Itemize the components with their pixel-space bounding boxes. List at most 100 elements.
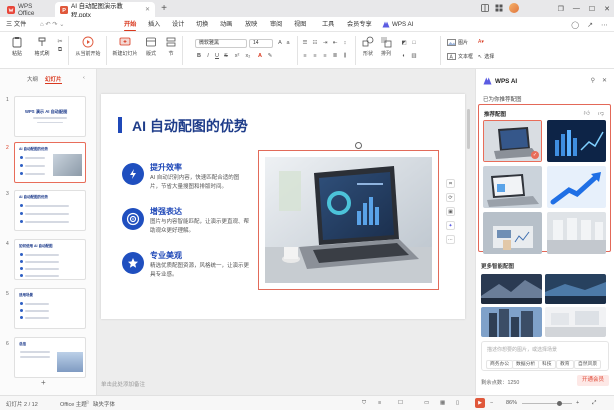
recommended-image[interactable] [547,120,606,162]
outdent-icon[interactable]: ⇤ [331,40,339,47]
tab-outline[interactable]: 大纲 [27,75,38,83]
close-tab-icon[interactable]: ✕ [145,6,150,13]
zoom-level[interactable]: 86% [506,400,517,406]
section-button[interactable]: 节 [164,36,178,57]
fill-icon[interactable]: ◩ [400,40,408,47]
pin-icon[interactable]: ⚲ [591,77,595,84]
feature-title[interactable]: 提升效率 [150,162,182,173]
recommended-image[interactable] [483,212,542,254]
line-spacing-icon[interactable]: ↕ [341,40,349,47]
layout-icon[interactable] [481,4,489,12]
sorter-view-icon[interactable]: ▦ [440,400,445,406]
ai-prompt-box[interactable]: 描述你想要的图片，或选择场景 商务办公 数据分析 科技 教育 自然风景 [481,341,609,371]
superscript-icon[interactable]: x² [233,53,241,60]
cut-copy-group[interactable]: ✂ ⧉ [55,38,65,54]
chip-education[interactable]: 教育 [556,360,574,369]
tab-wps-office[interactable]: WPS Office [2,2,52,17]
menu-transitions[interactable]: 切换 [196,17,208,32]
close-icon[interactable]: ✕ [604,5,610,13]
columns-icon[interactable]: ⫼ [341,53,349,60]
increase-font-icon[interactable]: A [276,40,284,47]
replace-image-icon[interactable]: ⟳ [446,193,455,202]
comment-icon[interactable]: ◯ [571,21,579,29]
normal-view-icon[interactable]: ▭ [424,400,429,406]
user-avatar[interactable] [509,3,519,13]
rotate-handle[interactable] [355,142,362,149]
select-button[interactable]: ↖ 选择 [478,53,494,61]
zoom-slider[interactable] [522,403,572,404]
outline-icon[interactable]: □ [410,40,418,47]
indent-icon[interactable]: ⇥ [321,40,329,47]
menu-slideshow[interactable]: 放映 [245,17,257,32]
menu-insert[interactable]: 插入 [148,17,160,32]
new-slide-button[interactable]: 新建幻灯片 [110,36,140,57]
italic-icon[interactable]: I [204,53,212,60]
styles-icon[interactable]: ▥ [410,53,418,60]
subscript-icon[interactable]: x₂ [244,53,252,60]
feature-title[interactable]: 专业美观 [150,250,182,261]
highlight-icon[interactable]: ✎ [266,53,274,60]
align-right-icon[interactable]: ≡ [321,53,329,60]
thumbs-down-icon[interactable]: 👎︎ [598,109,604,117]
maximize-icon[interactable]: ☐ [589,5,595,13]
arrange-button[interactable]: 排列 [378,36,394,57]
more-image[interactable] [481,274,542,304]
recommended-image[interactable] [547,212,606,254]
slide-thumbnail[interactable]: 适用场景 [14,288,86,329]
chip-nature[interactable]: 自然风景 [574,360,602,369]
thumbs-up-icon[interactable]: 👍︎ [584,109,590,117]
theme-name[interactable]: Office 主题 [60,400,87,408]
slide-editor[interactable]: AI 自动配图的优势 提升效率 AI 自动识别内容，快速匹配合适的图片，节省大量… [101,94,465,319]
menu-home[interactable]: 开始 [124,17,137,32]
recommended-image[interactable] [547,166,606,208]
play-icon[interactable]: ▶ [475,398,485,408]
image-style-icon[interactable]: ▣ [446,207,455,216]
crop-icon[interactable]: ⌗ [446,179,455,188]
feature-description[interactable]: 精选优质配图资源，风格统一，让演示更具专业感。 [150,262,250,280]
recommended-image-selected[interactable]: ✓ [483,120,542,162]
strikethrough-icon[interactable]: S [222,53,230,60]
shape-button[interactable]: 形状 [360,36,376,57]
play-from-current-button[interactable]: 从当前开始 [73,36,103,57]
ai-image-icon[interactable]: ✦ [446,221,455,230]
justify-icon[interactable]: ≣ [331,53,339,60]
format-painter-button[interactable]: 格式刷 [33,36,51,57]
comments-icon[interactable]: ☐ [398,400,403,406]
more-image[interactable] [545,274,606,304]
close-icon[interactable]: ✕ [602,77,607,84]
slide-thumbnail[interactable]: 总结 [14,337,86,378]
underline-icon[interactable]: U [213,53,221,60]
numbering-icon[interactable]: ☷ [311,40,319,47]
feature-title[interactable]: 增强表达 [150,206,182,217]
more-image[interactable] [481,307,542,337]
menu-review[interactable]: 审阅 [270,17,282,32]
selected-image-frame[interactable] [258,150,439,290]
color-icon[interactable]: A▾ [478,39,484,45]
recommended-image[interactable] [483,166,542,208]
collapse-panel-icon[interactable]: ‹ [83,75,85,81]
tab-document[interactable]: P AI 自动配图演示教程.pptx ✕ [55,2,155,19]
zoom-slider-thumb[interactable] [557,401,562,406]
layout-button[interactable]: 版式 [142,36,160,57]
notes-placeholder[interactable]: 单击此处添加备注 [101,380,145,388]
textbox-button[interactable]: A 文本框 [447,53,473,60]
tab-slides[interactable]: 幻灯片 [45,75,62,84]
slide-title[interactable]: AI 自动配图的优势 [132,116,248,136]
paste-button[interactable]: 粘贴 [8,36,26,57]
zoom-in-icon[interactable]: + [576,400,579,406]
new-tab-button[interactable]: + [158,3,170,15]
picture-button[interactable]: 图片 [447,39,468,46]
share-icon[interactable]: ↗ [587,21,593,29]
notes-toggle-icon[interactable]: ≡ [378,400,381,406]
chip-business[interactable]: 商务办公 [486,360,514,369]
chip-data-analysis[interactable]: 数据分析 [512,360,540,369]
font-color-icon[interactable]: A [256,53,264,60]
grid-icon[interactable] [495,4,503,12]
shield-icon[interactable]: ⛉ [362,400,366,407]
more-image[interactable] [545,307,606,337]
chip-technology[interactable]: 科技 [538,360,556,369]
align-left-icon[interactable]: ≡ [301,53,309,60]
restore-icon[interactable]: ❐ [558,5,564,13]
feature-description[interactable]: AI 自动识别内容，快速匹配合适的图片，节省大量搜图和排版时间。 [150,174,250,192]
slide-thumbnail-selected[interactable]: AI 自动配图的优势 [14,142,86,183]
